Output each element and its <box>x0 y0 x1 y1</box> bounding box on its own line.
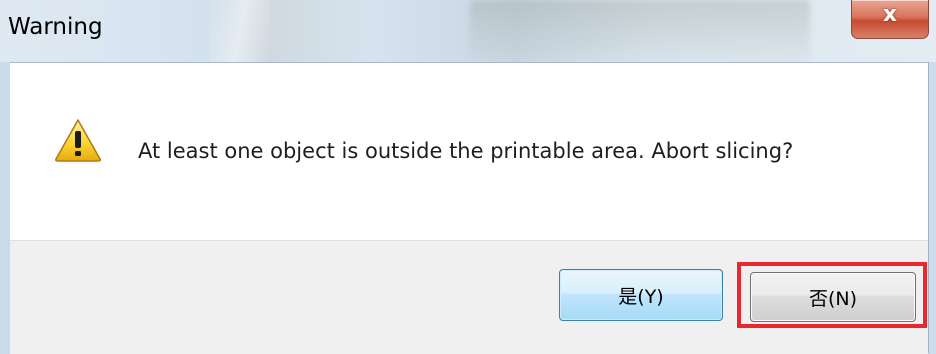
dialog-message: At least one object is outside the print… <box>138 139 794 163</box>
window-title: Warning <box>8 14 103 40</box>
window-right-border <box>928 62 936 353</box>
no-button[interactable]: 否(N) <box>750 272 916 322</box>
close-button[interactable]: x <box>851 0 929 39</box>
close-icon: x <box>882 2 898 27</box>
warning-icon <box>55 119 101 162</box>
title-bar[interactable]: Warning x <box>0 0 936 62</box>
yes-button[interactable]: 是(Y) <box>559 269 723 321</box>
background-window-blur <box>470 0 810 62</box>
glass-reflection <box>210 0 270 62</box>
